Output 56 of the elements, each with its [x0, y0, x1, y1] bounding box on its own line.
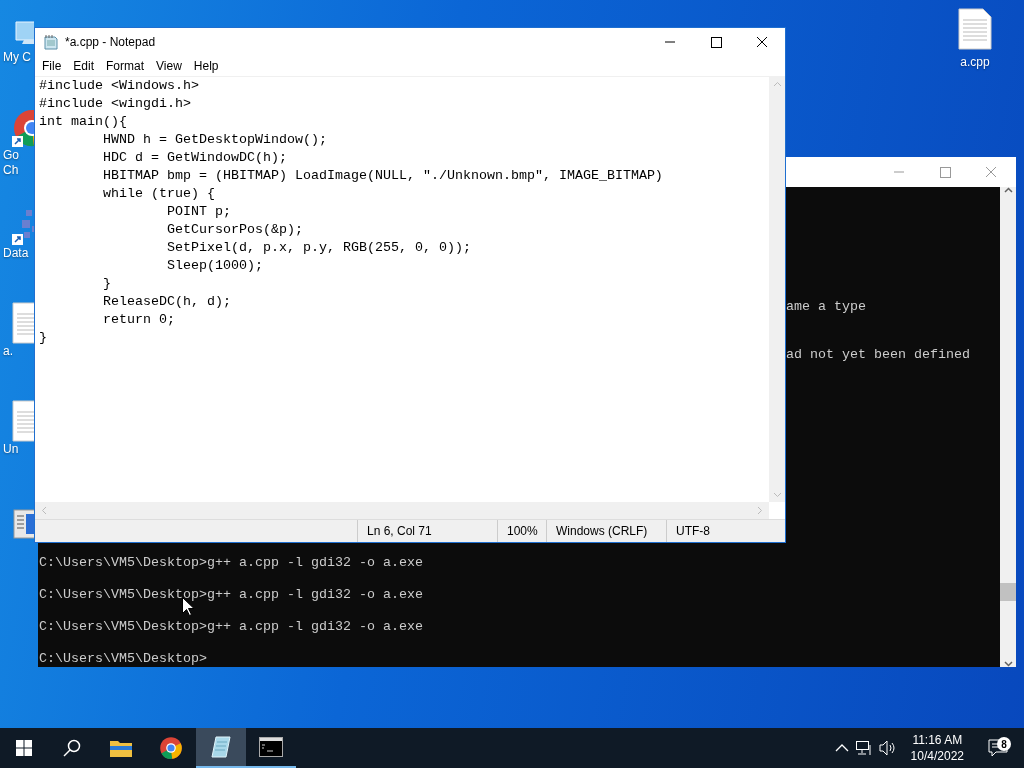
console-line: C:\Users\VM5\Desktop>g++ a.cpp -l gdi32 -o a.exe	[39, 619, 424, 635]
speaker-icon[interactable]	[878, 740, 897, 756]
menu-item[interactable]: Help	[187, 59, 225, 73]
scroll-bar[interactable]	[769, 77, 785, 502]
notepad-icon	[210, 735, 232, 759]
code-line: while (true) {	[102, 185, 216, 203]
scroll-bar[interactable]	[35, 502, 769, 519]
icon-label: Ch	[2, 163, 19, 178]
icon-label: a.	[2, 344, 13, 359]
icon-label: a.cpp	[960, 55, 990, 69]
code-line: Sleep(1000);	[166, 257, 264, 275]
console-line: ad not yet been defined	[786, 347, 971, 363]
menu-item[interactable]: View	[150, 59, 188, 73]
icon-label: Go	[2, 148, 19, 163]
chevron-up-icon[interactable]	[834, 743, 849, 753]
icon-label: Un	[2, 442, 19, 457]
menu-item[interactable]: File	[36, 59, 68, 73]
code-line: }	[102, 275, 112, 293]
file-icon	[958, 8, 992, 50]
windows-icon	[16, 740, 32, 756]
console-line: C:\Users\VM5\Desktop>g++ a.cpp -l gdi32 -o a.exe	[39, 587, 424, 603]
menu-item[interactable]: Format	[100, 59, 151, 73]
window-title: *a.cpp - Notepad	[65, 35, 156, 49]
status-text: UTF-8	[666, 520, 785, 542]
code-line: HDC d = GetWindowDC(h);	[102, 149, 288, 167]
code-line: return 0;	[102, 311, 176, 329]
icon-label: My C	[2, 50, 31, 65]
notepad-icon	[43, 34, 59, 50]
code-line: ReleaseDC(h, d);	[102, 293, 232, 311]
scroll-bar[interactable]	[1000, 187, 1016, 667]
folder-icon	[109, 738, 133, 758]
search-icon	[63, 739, 81, 757]
taskbar-button[interactable]	[196, 728, 246, 768]
menu-item[interactable]: Edit	[67, 59, 101, 73]
status-text: Windows (CRLF)	[546, 520, 666, 542]
code-line: SetPixel(d, p.x, p.y, RGB(255, 0, 0));	[166, 239, 472, 257]
code-line: GetCursorPos(&p);	[166, 221, 304, 239]
code-line: HBITMAP bmp = (HBITMAP) LoadImage(NULL, "./Unknown.bmp", IMAGE_BITMAP)	[102, 167, 664, 185]
notification-button[interactable]: 8	[978, 739, 1018, 757]
code-line: int main(){	[39, 113, 128, 131]
code-line: HWND h = GetDesktopWindow();	[102, 131, 328, 149]
console-line: C:\Users\VM5\Desktop>	[39, 651, 208, 667]
code-line: }	[39, 329, 48, 347]
console-icon	[259, 737, 283, 757]
code-line: POINT p;	[166, 203, 232, 221]
chrome-icon	[159, 736, 183, 760]
clock[interactable]: 11:16 AM 10/4/2022	[902, 732, 972, 764]
status-text: 100%	[497, 520, 546, 542]
code-line: #include <Windows.h>	[39, 77, 200, 95]
status-text: Ln 6, Col 71	[357, 520, 497, 542]
code-line: #include <wingdi.h>	[39, 95, 192, 113]
console-line: C:\Users\VM5\Desktop>g++ a.cpp -l gdi32 -o a.exe	[39, 555, 424, 571]
notification-badge: 8	[997, 737, 1011, 751]
icon-label: Data	[2, 246, 29, 261]
console-line: ame a type	[786, 299, 867, 315]
network-icon[interactable]	[854, 740, 873, 756]
